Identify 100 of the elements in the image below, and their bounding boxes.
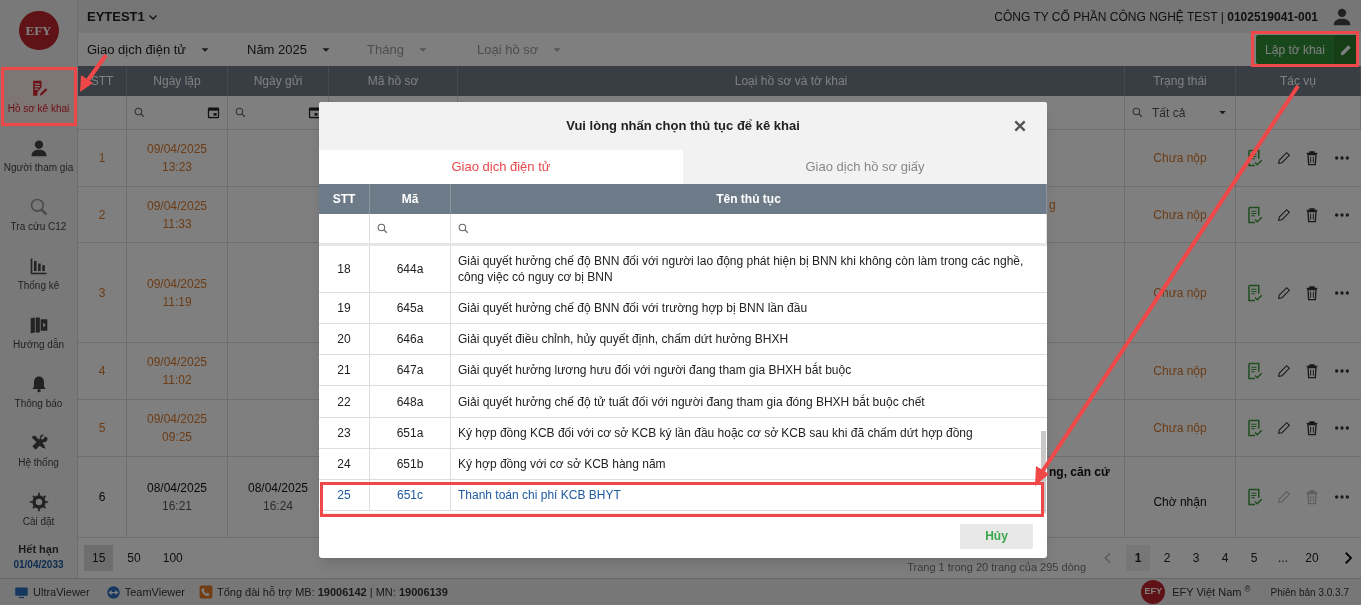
- page-button[interactable]: 5: [1242, 545, 1266, 571]
- trash-icon[interactable]: [1304, 284, 1320, 301]
- procedure-row[interactable]: 19 645a Giải quyết hưởng chế độ BNN đối với trường hợp bị BNN lần đầu: [319, 293, 1047, 324]
- table-cell-text: Giải quyết hưởng chế độ tử tuất đối với người đang tham gia đóng BHXH bắt buộc chết: [457, 393, 926, 411]
- declaration-type-text: ng, căn cứ: [1049, 464, 1110, 481]
- page-button[interactable]: ...: [1271, 545, 1295, 571]
- procedure-row[interactable]: 22 648a Giải quyết hưởng chế độ tử tuất đối với người đang tham gia đóng BHXH bắt buộc chết: [319, 386, 1047, 418]
- logo: EFY: [18, 11, 59, 51]
- table-cell: 651c: [370, 480, 451, 510]
- user-icon[interactable]: [1332, 6, 1352, 27]
- page-size-option[interactable]: 50: [119, 545, 149, 571]
- page-size-option[interactable]: 15: [84, 545, 114, 571]
- checklist-icon[interactable]: [1246, 149, 1264, 167]
- checklist-icon[interactable]: [1246, 362, 1264, 380]
- search-icon: [234, 106, 247, 119]
- close-icon[interactable]: [1013, 119, 1027, 133]
- trash-icon[interactable]: [1304, 363, 1320, 379]
- page-summary: Trang 1 trong 20 trang của 295 dòng: [907, 559, 1086, 575]
- pencil-icon[interactable]: [1276, 206, 1292, 223]
- account-dropdown[interactable]: EYTEST1: [87, 6, 159, 27]
- footer-link[interactable]: UltraViewer: [33, 583, 90, 601]
- pencil-icon: [1339, 42, 1353, 57]
- page-button[interactable]: 1: [1126, 545, 1150, 571]
- checklist-icon[interactable]: [1246, 283, 1264, 302]
- table-cell: 25: [319, 480, 370, 510]
- date-text: 08/04/2025: [247, 480, 309, 497]
- phone-icon: [199, 585, 213, 599]
- checklist-icon[interactable]: [1246, 419, 1264, 437]
- table-cell: 18: [319, 246, 370, 292]
- trash-icon: [1304, 489, 1320, 505]
- checklist-icon[interactable]: [1246, 205, 1264, 224]
- table-cell: 647a: [370, 355, 451, 385]
- procedure-row[interactable]: 20 646a Giải quyết điều chỉnh, hủy quyết định, chấm dứt hưởng BHXH: [319, 324, 1047, 355]
- trash-icon[interactable]: [1304, 150, 1320, 166]
- page-button[interactable]: 20: [1300, 545, 1324, 571]
- page-size-option[interactable]: 100: [154, 545, 191, 571]
- calendar-icon[interactable]: [307, 105, 322, 120]
- book-icon: [28, 315, 49, 336]
- status-text: Chưa nộp: [1125, 187, 1236, 242]
- search-icon: [1131, 106, 1144, 119]
- table-cell-text: Giải quyết hưởng lương hưu đối với người đang tham gia BHXH bắt buộc: [457, 361, 853, 379]
- trash-icon[interactable]: [1304, 420, 1320, 436]
- filter-dropdown[interactable]: Giao dịch điện tử: [87, 39, 247, 60]
- time-text: 11:02: [162, 372, 192, 389]
- expiry-label: Hết hạn: [18, 541, 59, 557]
- table-cell: 20: [319, 324, 370, 354]
- procedure-row[interactable]: 21 647a Giải quyết hưởng lương hưu đối với người đang tham gia BHXH bắt buộc: [319, 355, 1047, 386]
- footer-link[interactable]: TeamViewer: [124, 583, 185, 601]
- version-text: Phiên bản 3.0.3.7: [1270, 585, 1349, 600]
- table-cell: 24: [319, 449, 370, 479]
- checklist-icon[interactable]: [1246, 488, 1264, 506]
- filter-dropdown[interactable]: Năm 2025: [247, 39, 367, 60]
- trash-icon[interactable]: [1304, 206, 1320, 223]
- bar-chart-icon: [28, 256, 49, 277]
- sidebar-item[interactable]: Người tham gia: [0, 127, 78, 187]
- time-text: 09:25: [162, 429, 192, 446]
- status-text: Chưa nộp: [1125, 400, 1236, 456]
- table-cell-text: Giải quyết điều chỉnh, hủy quyết định, chấm dứt hưởng BHXH: [457, 331, 790, 348]
- table-cell: 645a: [370, 293, 451, 323]
- table-cell: 1: [78, 130, 127, 186]
- date-text: 09/04/2025: [146, 275, 208, 293]
- procedure-row[interactable]: 18 644a Giải quyết hưởng chế độ BNN đối với người lao động phát hiện bị BNN khi không còn làm trong các nghề, công việc có nguy cơ bị BNN: [319, 246, 1047, 293]
- time-text: 11:19: [162, 293, 192, 311]
- column-header: Tên thủ tục: [451, 184, 1047, 214]
- create-declaration-button[interactable]: Lập tờ khai: [1256, 35, 1358, 64]
- table-cell: 646a: [370, 324, 451, 354]
- expiry-date: 01/04/2033: [13, 558, 64, 572]
- time-text: 11:33: [162, 215, 192, 233]
- column-header: STT: [319, 184, 370, 214]
- brand-text: EFY Việt Nam $^{®}$: [1172, 583, 1251, 600]
- search-icon: [133, 106, 146, 119]
- status-filter[interactable]: Tất cả: [1131, 100, 1229, 125]
- pencil-icon[interactable]: [1276, 420, 1292, 436]
- pencil-icon[interactable]: [1276, 284, 1292, 301]
- sidebar-item[interactable]: Tra cứu C12: [0, 186, 78, 246]
- page-button[interactable]: 3: [1184, 545, 1208, 571]
- pencil-icon[interactable]: [1276, 150, 1292, 166]
- search-icon: [376, 222, 389, 235]
- sidebar-item[interactable]: Cài đặt: [0, 481, 78, 541]
- date-text: 08/04/2025: [146, 480, 208, 497]
- time-text: 16:24: [263, 498, 293, 515]
- cancel-button[interactable]: Hủy: [960, 523, 1033, 549]
- column-header: Mã: [370, 184, 451, 214]
- sidebar-item[interactable]: Hệ thống: [0, 422, 78, 482]
- sidebar-item[interactable]: Thống kê: [0, 245, 78, 305]
- table-cell: 3: [78, 243, 127, 342]
- table-cell-text: Giải quyết hưởng chế độ BNN đối với người lao động phát hiện bị BNN khi không còn làm trong các nghề, công việc có nguy cơ bị BNN: [457, 253, 1025, 286]
- date-text: 09/04/2025: [146, 141, 208, 158]
- pencil-icon[interactable]: [1276, 363, 1292, 379]
- date-text: 09/04/2025: [146, 197, 208, 215]
- arrows-icon[interactable]: [105, 584, 121, 600]
- page-button[interactable]: 2: [1155, 545, 1179, 571]
- dialog-tab[interactable]: Giao dịch điện tử: [319, 150, 683, 184]
- sidebar-item[interactable]: Hướng dẫn: [0, 304, 78, 364]
- sidebar-item[interactable]: Thông báo: [0, 363, 78, 423]
- page-button[interactable]: 4: [1213, 545, 1237, 571]
- gear-icon: [28, 492, 49, 513]
- company-info: CÔNG TY CỔ PHẦN CÔNG NGHỆ TEST | 0102519041-001: [994, 8, 1318, 26]
- declaration-type-text: g: [1049, 197, 1056, 214]
- status-text: Chưa nộp: [1125, 130, 1236, 186]
